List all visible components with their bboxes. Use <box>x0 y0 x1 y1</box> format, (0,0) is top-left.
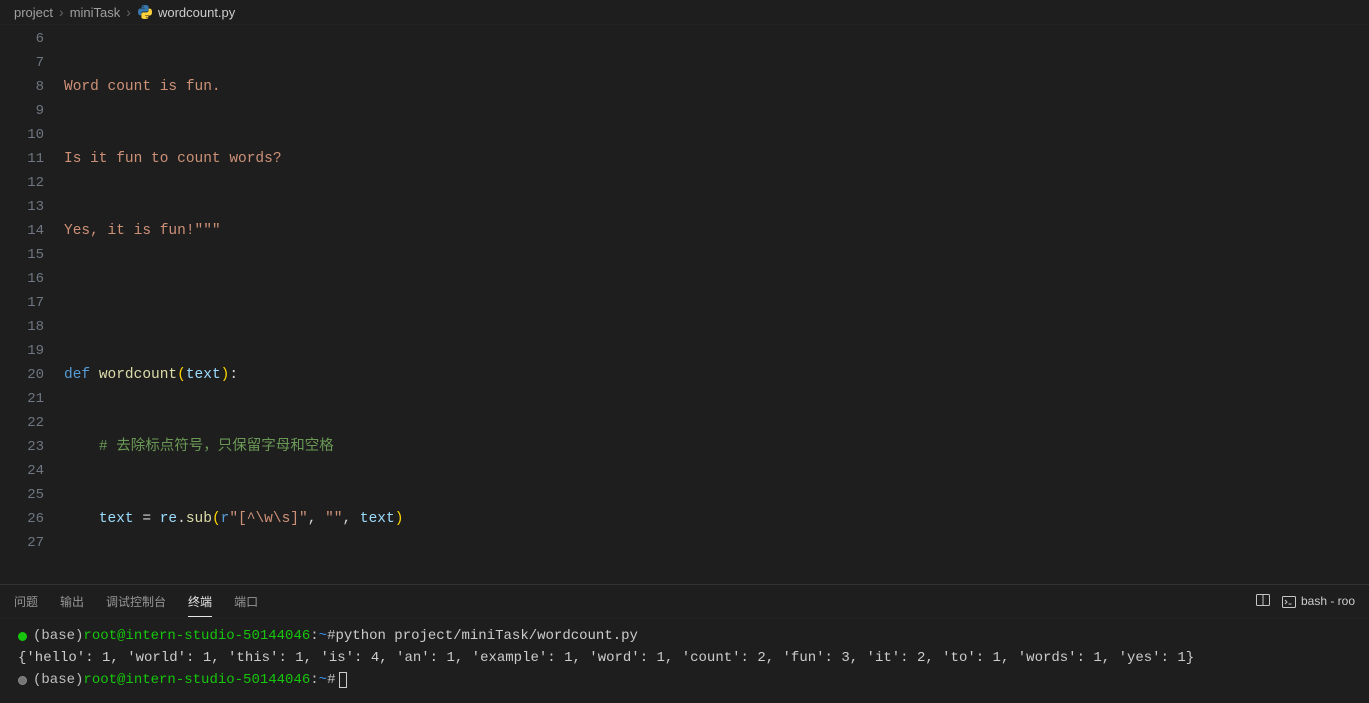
tab-terminal[interactable]: 终端 <box>188 587 212 617</box>
code-token: "[^\w\s]" <box>229 511 307 527</box>
terminal-userhost: root@intern-studio-50144046 <box>83 669 310 691</box>
tab-output[interactable]: 输出 <box>60 587 84 616</box>
code-token: : <box>229 367 238 383</box>
code-token: sub <box>186 511 212 527</box>
code-token: "" <box>325 511 342 527</box>
tab-debug-console[interactable]: 调试控制台 <box>106 587 166 616</box>
code-token: text <box>186 367 221 383</box>
breadcrumb-seg[interactable]: project <box>14 5 53 20</box>
code-editor[interactable]: 6789 10111213 14151617 18192021 22232425… <box>0 25 1369 584</box>
code-token: re <box>160 511 177 527</box>
breadcrumb-file[interactable]: wordcount.py <box>137 4 235 20</box>
terminal-line: (base) root@intern-studio-50144046:~# <box>18 669 1355 691</box>
tab-problems[interactable]: 问题 <box>14 587 38 616</box>
chevron-right-icon: › <box>126 4 131 20</box>
terminal-shell-label[interactable]: bash - roo <box>1281 594 1355 610</box>
code-token: = <box>134 511 160 527</box>
line-number-gutter: 6789 10111213 14151617 18192021 22232425… <box>0 27 64 584</box>
terminal-cwd: ~ <box>319 669 327 691</box>
code-token: , <box>308 511 325 527</box>
terminal-line: (base) root@intern-studio-50144046:~# py… <box>18 625 1355 647</box>
chevron-right-icon: › <box>59 4 64 20</box>
code-token: Word count is fun. <box>64 79 221 95</box>
terminal-command: python project/miniTask/wordcount.py <box>335 625 637 647</box>
breadcrumb: project › miniTask › wordcount.py <box>0 0 1369 25</box>
code-token: text <box>360 511 395 527</box>
code-token: wordcount <box>99 367 177 383</box>
code-content[interactable]: Word count is fun. Is it fun to count wo… <box>64 27 1369 584</box>
terminal-cursor <box>339 672 347 688</box>
code-token: # 去除标点符号，只保留字母和空格 <box>99 439 334 455</box>
tab-ports[interactable]: 端口 <box>234 587 258 616</box>
terminal-prompt: # <box>327 669 335 691</box>
terminal-env: (base) <box>33 669 83 691</box>
status-dot-icon <box>18 676 27 685</box>
terminal-output: {'hello': 1, 'world': 1, 'this': 1, 'is'… <box>18 647 1355 669</box>
python-icon <box>137 4 153 20</box>
bottom-panel: 问题 输出 调试控制台 终端 端口 bash - roo (base) root… <box>0 584 1369 703</box>
split-panel-icon[interactable] <box>1255 592 1271 611</box>
terminal-cwd: ~ <box>319 625 327 647</box>
code-token: Is it fun to count words? <box>64 151 282 167</box>
code-token: ( <box>212 511 221 527</box>
code-token: ) <box>395 511 404 527</box>
terminal-userhost: root@intern-studio-50144046 <box>83 625 310 647</box>
breadcrumb-filename: wordcount.py <box>158 5 235 20</box>
code-token: text <box>99 511 134 527</box>
code-token: ( <box>177 367 186 383</box>
status-dot-icon <box>18 632 27 641</box>
terminal[interactable]: (base) root@intern-studio-50144046:~# py… <box>0 619 1369 703</box>
terminal-env: (base) <box>33 625 83 647</box>
code-token: Yes, it is fun!""" <box>64 223 221 239</box>
code-token: . <box>177 511 186 527</box>
terminal-prompt: # <box>327 625 335 647</box>
code-token: def <box>64 367 90 383</box>
panel-tabs: 问题 输出 调试控制台 终端 端口 bash - roo <box>0 585 1369 619</box>
code-token: , <box>343 511 360 527</box>
breadcrumb-seg[interactable]: miniTask <box>70 5 121 20</box>
